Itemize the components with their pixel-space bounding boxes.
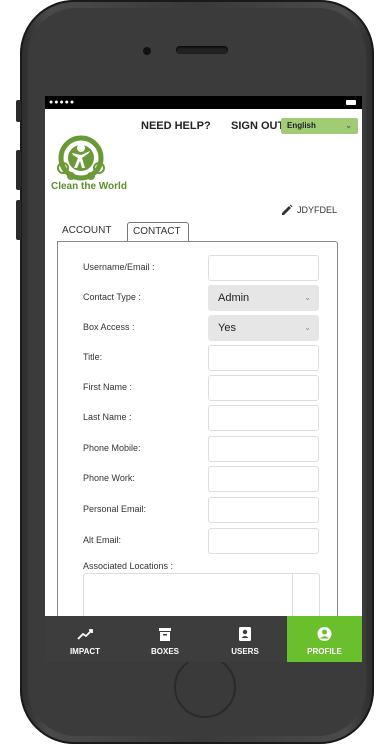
user-circle-icon: [317, 627, 332, 641]
nav-profile[interactable]: PROFILE: [287, 616, 362, 662]
username-input[interactable]: [208, 255, 319, 281]
first-name-input[interactable]: [208, 375, 319, 401]
tab-contact[interactable]: CONTACT: [127, 222, 189, 241]
phone-work-input[interactable]: [208, 466, 319, 492]
status-bar: ●●●●●: [45, 96, 362, 109]
archive-box-icon: [159, 628, 171, 641]
personal-email-label: Personal Email:: [83, 504, 147, 514]
username-label: JDYFDEL: [297, 205, 338, 215]
volume-down-button: [16, 200, 21, 240]
bottom-nav: IMPACT BOXES USERS PROFILE: [45, 616, 362, 662]
first-name-row: First Name :: [58, 375, 337, 401]
volume-up-button: [16, 150, 21, 190]
nav-profile-label: PROFILE: [307, 647, 342, 656]
nav-users-label: USERS: [231, 647, 259, 656]
nav-users[interactable]: USERS: [205, 616, 285, 662]
contact-form: Username/Email : Contact Type : Admin ⌄ …: [57, 241, 338, 662]
box-access-row: Box Access : Yes ⌄: [58, 315, 337, 341]
alt-email-input[interactable]: [208, 528, 319, 554]
front-camera: [143, 47, 151, 55]
box-access-label: Box Access :: [83, 322, 135, 332]
contact-type-value: Admin: [218, 292, 250, 304]
mute-switch: [16, 100, 21, 122]
personal-email-input[interactable]: [208, 497, 319, 523]
alt-email-label: Alt Email:: [83, 535, 122, 545]
language-select[interactable]: English ⌄: [281, 118, 358, 134]
first-name-label: First Name :: [83, 382, 133, 392]
last-name-label: Last Name :: [83, 412, 132, 422]
contact-type-row: Contact Type : Admin ⌄: [58, 285, 337, 311]
personal-email-row: Personal Email:: [58, 497, 337, 523]
last-name-row: Last Name :: [58, 405, 337, 431]
chevron-down-icon: ⌄: [304, 293, 311, 302]
phone-work-label: Phone Work:: [83, 473, 135, 483]
last-name-input[interactable]: [208, 405, 319, 431]
alt-email-row: Alt Email:: [58, 528, 337, 554]
app-screen: ●●●●● NEED HELP? SIGN OUT English ⌄ Clea…: [45, 96, 362, 662]
phone-mobile-input[interactable]: [208, 436, 319, 462]
tab-account[interactable]: ACCOUNT: [57, 222, 127, 241]
phone-mobile-row: Phone Mobile:: [58, 436, 337, 462]
battery-icon: [346, 100, 356, 105]
box-access-value: Yes: [218, 322, 236, 334]
contact-type-label: Contact Type :: [83, 292, 141, 302]
chevron-down-icon: ⌄: [345, 121, 352, 130]
contact-type-select[interactable]: Admin ⌄: [208, 285, 319, 311]
nav-boxes[interactable]: BOXES: [125, 616, 205, 662]
nav-boxes-label: BOXES: [150, 647, 179, 656]
logo-wordmark: Clean the World: [51, 181, 127, 192]
sign-out-link[interactable]: SIGN OUT: [231, 120, 284, 132]
signal-icon: ●●●●●: [49, 99, 76, 106]
need-help-link[interactable]: NEED HELP?: [141, 120, 211, 132]
username-row: Username/Email :: [58, 255, 337, 281]
phone-mobile-label: Phone Mobile:: [83, 443, 141, 453]
username-label: Username/Email :: [83, 262, 155, 272]
nav-impact-label: IMPACT: [69, 647, 101, 656]
trending-up-icon: [77, 629, 93, 640]
home-button[interactable]: [174, 656, 236, 718]
box-access-select[interactable]: Yes ⌄: [208, 315, 319, 341]
title-row: Title:: [58, 345, 337, 371]
chevron-down-icon: ⌄: [304, 323, 311, 332]
phone-work-row: Phone Work:: [58, 466, 337, 492]
pencil-icon[interactable]: [281, 204, 293, 216]
title-input[interactable]: [208, 345, 319, 371]
associated-locations-label: Associated Locations :: [83, 561, 174, 571]
nav-impact[interactable]: IMPACT: [45, 616, 125, 662]
earpiece-speaker: [176, 46, 228, 54]
language-value: English: [287, 121, 316, 130]
contacts-icon: [239, 627, 251, 641]
title-label: Title:: [83, 352, 103, 362]
